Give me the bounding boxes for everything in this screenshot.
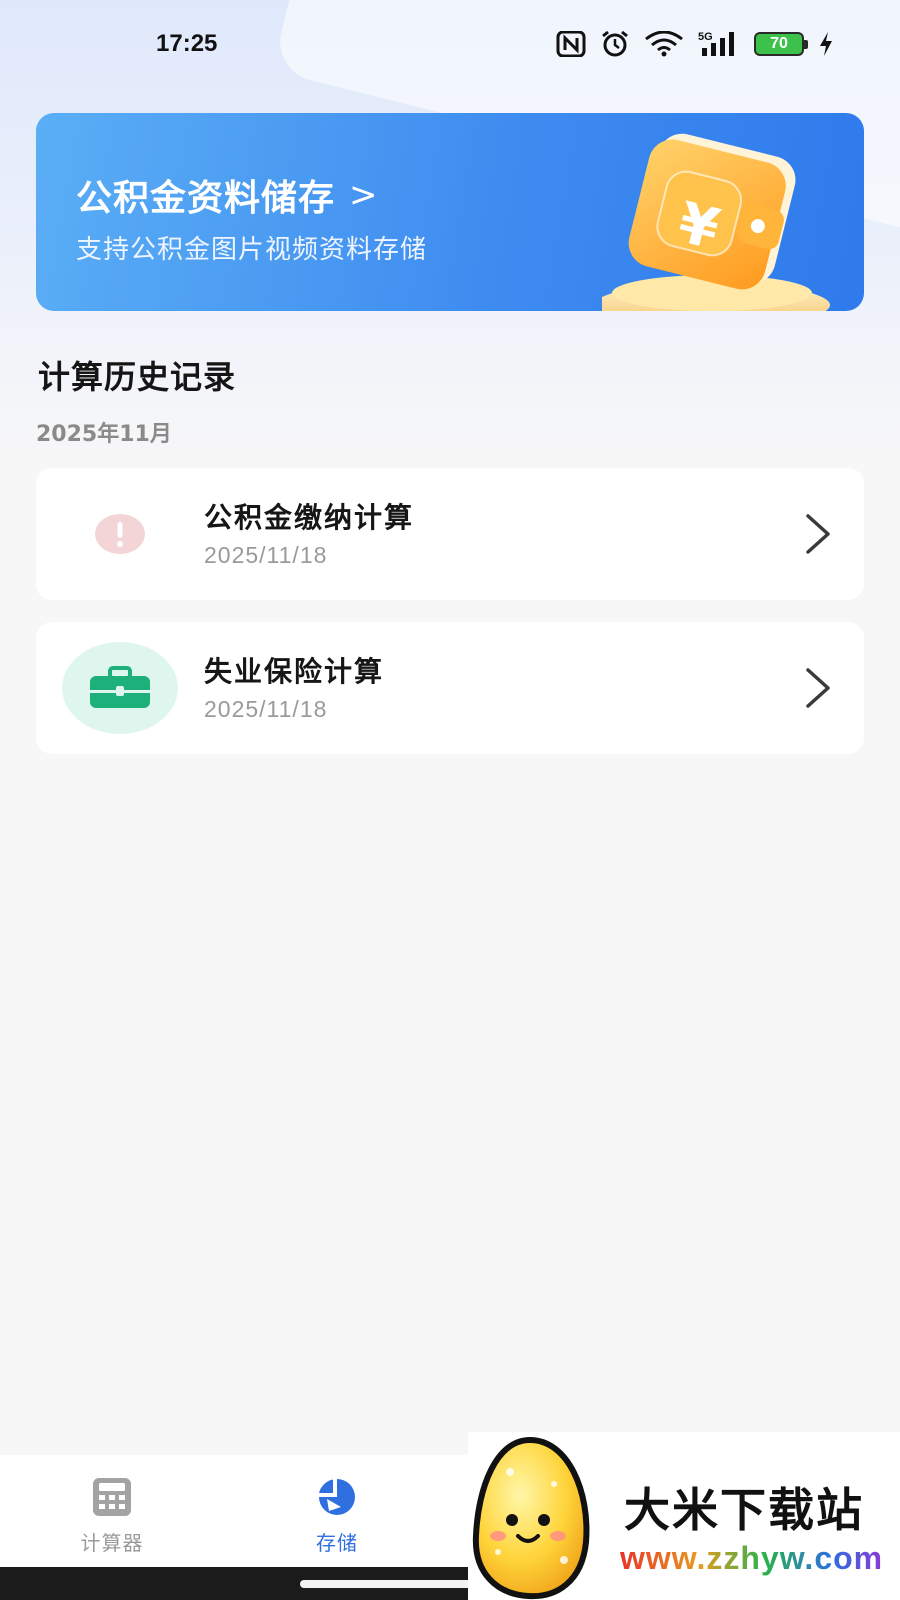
nfc-icon (556, 30, 586, 58)
network-type-label: 5G (698, 31, 713, 43)
wifi-icon (644, 30, 684, 58)
tab-calculator[interactable]: 计算器 (52, 1477, 172, 1556)
banner-subtitle: 支持公积金图片视频资料存储 (76, 235, 428, 265)
alarm-icon (600, 30, 630, 58)
storage-banner[interactable]: 公积金资料储存 > 支持公积金图片视频资料存储 ¥ (36, 113, 864, 311)
battery-icon: 70 (754, 32, 808, 56)
tab-storage[interactable]: 存储 (277, 1477, 397, 1556)
banner-title-text: 公积金资料储存 (76, 178, 336, 219)
briefcase-icon (62, 642, 178, 734)
5g-signal-icon: 5G (698, 30, 740, 58)
history-item-title: 公积金缴纳计算 (204, 501, 415, 534)
tab-label: 计算器 (80, 1531, 144, 1555)
calculator-icon (93, 1478, 131, 1516)
storage-icon (319, 1479, 355, 1515)
banner-title: 公积金资料储存 > (76, 169, 379, 221)
status-time: 17:25 (156, 30, 218, 57)
chevron-right-icon (806, 668, 830, 708)
history-item-date: 2025/11/18 (204, 696, 328, 722)
banner-chevron: > (349, 175, 379, 215)
history-item-unemployment-insurance[interactable]: 失业保险计算 2025/11/18 (36, 622, 864, 754)
history-item-title: 失业保险计算 (204, 655, 385, 688)
tab-label: 存储 (316, 1531, 358, 1555)
rice-mascot-logo (472, 1436, 590, 1600)
month-label: 2025年11月 (36, 422, 172, 447)
battery-level: 70 (770, 35, 788, 52)
history-item-provident-fund[interactable]: 公积金缴纳计算 2025/11/18 (36, 468, 864, 600)
watermark-url: www.zzhyw.com (620, 1540, 884, 1576)
wallet-coin-icon: ¥ (602, 133, 830, 311)
history-item-date: 2025/11/18 (204, 542, 328, 568)
status-bar: 17:25 5G 70 (0, 0, 900, 92)
watermark-title: 大米下载站 (624, 1483, 864, 1537)
charging-icon (818, 30, 834, 58)
watermark: 大米下载站 www.zzhyw.com (468, 1432, 900, 1600)
chevron-right-icon (806, 514, 830, 554)
status-icons: 5G 70 (556, 30, 834, 58)
history-title: 计算历史记录 (38, 358, 237, 396)
alert-icon (62, 488, 178, 580)
